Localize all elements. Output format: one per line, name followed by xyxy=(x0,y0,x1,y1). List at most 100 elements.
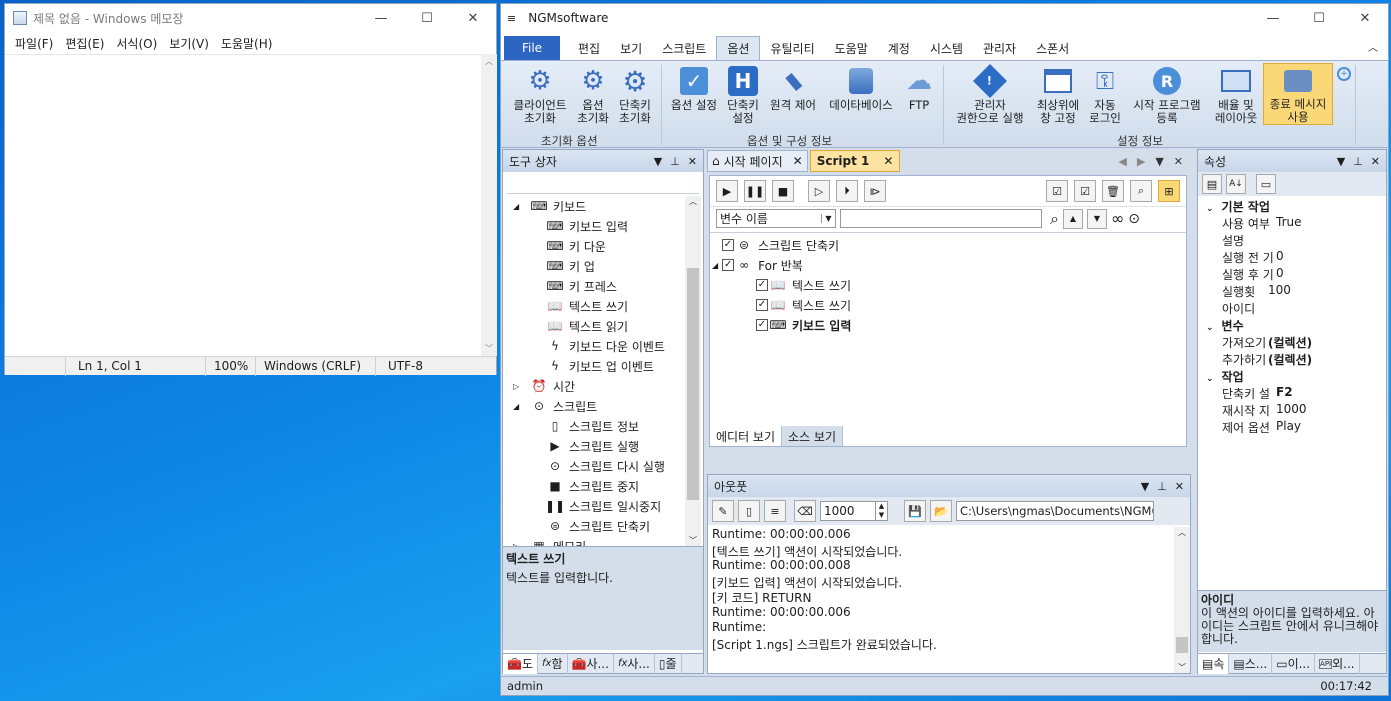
hotkey-reset-button[interactable]: ⚙ 단축키 초기화 xyxy=(613,65,657,125)
loop-icon[interactable]: ∞ xyxy=(1111,209,1124,228)
property-row[interactable]: 가져오기 (컬렉션) xyxy=(1222,334,1382,351)
ngm-titlebar[interactable]: ≡ NGMsoftware — ☐ ✕ xyxy=(501,4,1388,32)
expand-icon[interactable]: ◢ xyxy=(513,402,525,411)
dropdown-icon[interactable]: ▼ xyxy=(654,155,662,168)
tab-properties[interactable]: ▤ 속 xyxy=(1198,653,1230,674)
pin-icon[interactable]: ⊥ xyxy=(1353,155,1363,168)
property-row[interactable]: 제어 옵션 Play xyxy=(1222,419,1382,436)
collapse-icon[interactable]: ⌄ xyxy=(1206,204,1214,214)
tab-external[interactable]: API 외... xyxy=(1315,653,1360,674)
toolbox-item[interactable]: ⌨ 키 프레스 xyxy=(546,276,617,296)
collapse-icon[interactable]: ⌄ xyxy=(1206,323,1214,333)
tree-view-button[interactable]: ⊞ xyxy=(1158,180,1180,202)
toolbox-item[interactable]: ⌨ 키보드 입력 xyxy=(546,216,628,236)
output-scrollbar[interactable]: ︿ ﹀ xyxy=(1174,527,1190,673)
property-pages-icon[interactable]: ▭ xyxy=(1256,174,1276,194)
app-menu-icon[interactable]: ≡ xyxy=(507,12,516,25)
tab-functions[interactable]: fx 함 xyxy=(538,653,568,674)
scroll-right-icon[interactable]: ▶ xyxy=(1137,155,1145,168)
menu-file[interactable]: 파일(F) xyxy=(9,35,59,52)
toolbox-item[interactable]: ϟ 키보드 업 이벤트 xyxy=(547,356,654,376)
maximize-icon[interactable]: ☐ xyxy=(1296,4,1342,32)
toolbox-item[interactable]: ⊜ 스크립트 단축키 xyxy=(547,516,650,536)
more-icon[interactable]: ⊙ xyxy=(1128,211,1140,227)
close-icon[interactable]: ✕ xyxy=(450,4,496,32)
close-icon[interactable]: ✕ xyxy=(1371,155,1380,168)
run-as-admin-button[interactable]: ! 관리자 권한으로 실행 xyxy=(947,64,1033,125)
run-from-button[interactable]: ⧐ xyxy=(864,180,886,202)
always-on-top-button[interactable]: 최상위에 창 고정 xyxy=(1031,65,1085,125)
stop-button[interactable]: ■ xyxy=(772,180,794,202)
toolbox-item[interactable]: ⌨ 키 다운 xyxy=(546,236,606,256)
close-icon[interactable]: ✕ xyxy=(1174,155,1183,168)
property-value[interactable]: True xyxy=(1274,215,1302,229)
scale-layout-button[interactable]: 배율 및 레이아웃 xyxy=(1209,65,1263,125)
play-button[interactable]: ▶ xyxy=(716,180,738,202)
check-button[interactable]: ☑ xyxy=(1074,180,1096,202)
add-icon[interactable]: + xyxy=(1337,67,1351,81)
tab-view[interactable]: 보기 xyxy=(610,36,652,60)
pin-icon[interactable]: ⊥ xyxy=(1157,480,1167,493)
toolbox-item[interactable]: ▷ ⏰ 시간 xyxy=(513,376,575,396)
tab-script-1[interactable]: Script 1 ✕ xyxy=(809,150,901,172)
exit-message-button[interactable]: 종료 메시지 사용 xyxy=(1263,63,1333,125)
folder-icon[interactable]: 📂 xyxy=(930,500,952,522)
minimize-icon[interactable]: — xyxy=(1250,4,1296,32)
variable-select[interactable]: 변수 이름 ▼ xyxy=(716,209,836,228)
maximize-icon[interactable]: ☐ xyxy=(404,4,450,32)
script-node[interactable]: ✓ ⌨ 키보드 입력 xyxy=(756,315,851,335)
tab-edit[interactable]: 편집 xyxy=(568,36,610,60)
toolbox-item[interactable]: 📖 텍스트 쓰기 xyxy=(547,296,629,316)
property-value[interactable]: 1000 xyxy=(1274,402,1307,416)
up-icon[interactable]: ▲ xyxy=(1062,208,1083,229)
property-value[interactable]: (컬렉션) xyxy=(1266,353,1312,367)
property-value[interactable] xyxy=(1266,232,1268,246)
clear-icon[interactable]: ✎ xyxy=(712,500,734,522)
tab-editor-view[interactable]: 에디터 보기 xyxy=(710,426,783,446)
delete-button[interactable]: 🗑 xyxy=(1102,180,1124,202)
script-node[interactable]: ✓ 📖 텍스트 쓰기 xyxy=(756,295,851,315)
expand-icon[interactable]: ◢ xyxy=(513,202,525,211)
notepad-scrollbar[interactable]: ︿ ﹀ xyxy=(481,54,497,356)
tab-admin[interactable]: 관리자 xyxy=(973,36,1026,60)
property-row[interactable]: 추가하기 (컬렉션) xyxy=(1222,351,1382,368)
property-row[interactable]: 아이디 xyxy=(1222,300,1382,317)
expand-icon[interactable]: ◢ xyxy=(712,261,718,270)
checkbox[interactable]: ✓ xyxy=(756,279,768,291)
close-icon[interactable]: ✕ xyxy=(1342,4,1388,32)
tab-utility[interactable]: 유틸리티 xyxy=(760,36,824,60)
toolbox-item[interactable]: 📖 텍스트 읽기 xyxy=(547,316,629,336)
toolbox-item[interactable]: ▯ 스크립트 정보 xyxy=(547,416,639,436)
toolbox-item[interactable]: ϟ 키보드 다운 이벤트 xyxy=(547,336,665,356)
tab-start-page[interactable]: ⌂ 시작 페이지 ✕ xyxy=(707,150,808,172)
save-icon[interactable]: 💾 xyxy=(904,500,926,522)
property-value[interactable]: Play xyxy=(1274,419,1301,433)
collapse-icon[interactable]: ⌄ xyxy=(1206,374,1214,384)
client-reset-button[interactable]: ⚙ 클라이언트 초기화 xyxy=(505,65,575,125)
script-node[interactable]: ◢ ✓ ∞ For 반복 xyxy=(712,255,803,275)
pause-button[interactable]: ❚❚ xyxy=(744,180,766,202)
minimize-icon[interactable]: — xyxy=(358,4,404,32)
check-all-button[interactable]: ☑ xyxy=(1046,180,1068,202)
option-settings-button[interactable]: ✓ 옵션 설정 xyxy=(665,65,723,112)
checkbox[interactable]: ✓ xyxy=(756,299,768,311)
close-icon[interactable]: ✕ xyxy=(688,155,697,168)
property-row[interactable]: 사용 여부 True xyxy=(1222,215,1382,232)
delay-stepper[interactable]: 1000 ▲ ▼ xyxy=(820,501,888,521)
tab-account[interactable]: 계정 xyxy=(878,36,920,60)
property-value[interactable]: F2 xyxy=(1274,385,1293,399)
toolbox-item[interactable]: ■ 스크립트 중지 xyxy=(547,476,639,496)
eraser-icon[interactable]: ⌫ xyxy=(794,500,816,522)
tab-images[interactable]: ▭ 이... xyxy=(1272,653,1316,674)
toolbox-item[interactable]: ◢ ⊙ 스크립트 xyxy=(513,396,597,416)
toolbox-item[interactable]: ◢ ⌨ 키보드 xyxy=(513,196,586,216)
notepad-titlebar[interactable]: 제목 없음 - Windows 메모장 — ☐ ✕ xyxy=(5,4,496,32)
option-reset-button[interactable]: ⚙ 옵션 초기화 xyxy=(571,65,615,125)
script-node[interactable]: ✓ 📖 텍스트 쓰기 xyxy=(756,275,851,295)
sort-az-icon[interactable]: A↓ xyxy=(1226,174,1246,194)
toolbox-item[interactable]: ⊙ 스크립트 다시 실행 xyxy=(547,456,665,476)
property-value[interactable] xyxy=(1266,300,1268,314)
property-row[interactable]: 재시작 지 1000 xyxy=(1222,402,1382,419)
property-category[interactable]: ⌄ 작업 xyxy=(1206,368,1244,385)
run-selected-button[interactable]: ⏵ xyxy=(836,180,858,202)
